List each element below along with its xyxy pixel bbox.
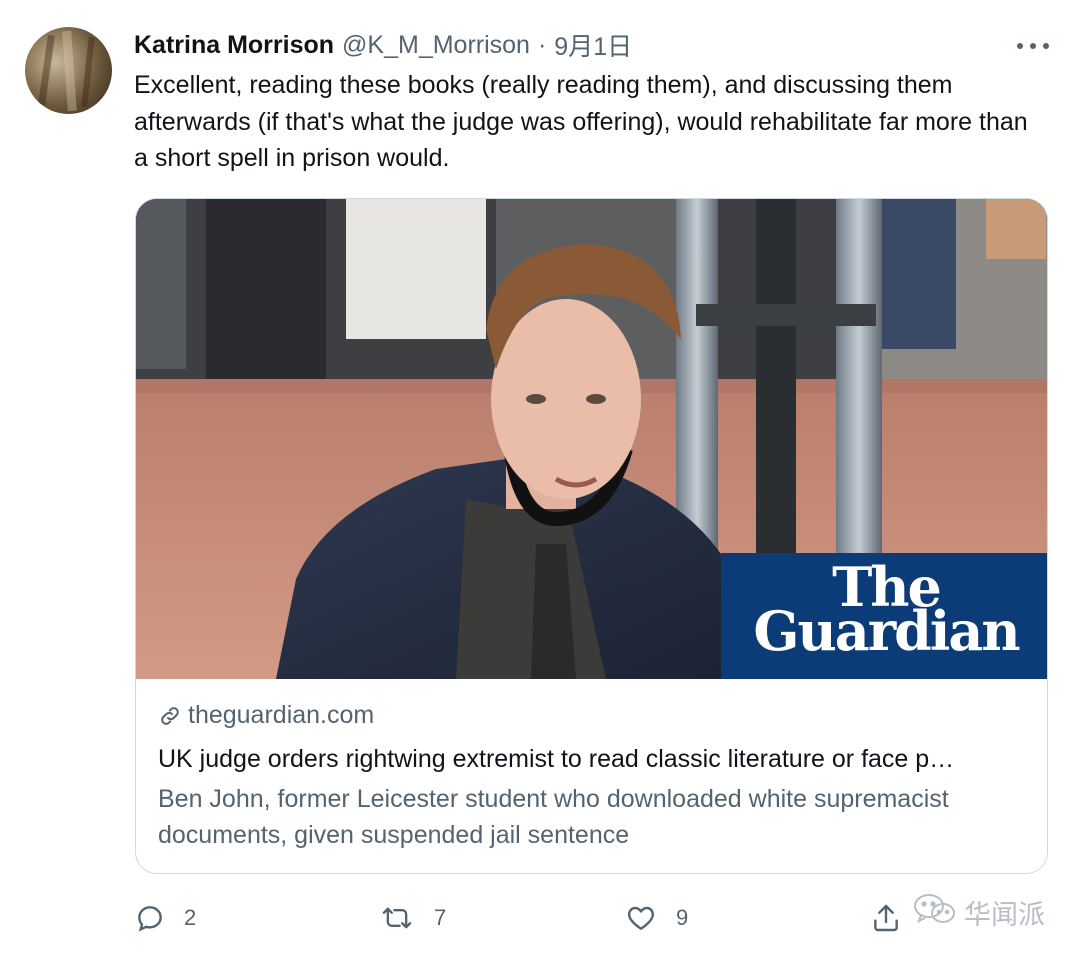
like-button[interactable]: 9 — [624, 890, 688, 946]
guardian-logo-line2: Guardian — [753, 599, 1020, 663]
tweet-date[interactable]: 9月1日 — [554, 27, 632, 63]
retweet-button[interactable]: 7 — [380, 890, 446, 946]
like-count: 9 — [676, 905, 689, 930]
card-body[interactable]: theguardian.com UK judge orders rightwin… — [136, 679, 1047, 873]
watermark-text: 华闻派 — [964, 899, 1045, 931]
tweet-text: Excellent, reading these books (really r… — [134, 71, 1028, 172]
separator-dot: · — [537, 30, 547, 59]
retweet-icon — [380, 902, 414, 934]
display-name[interactable]: Katrina Morrison — [134, 31, 334, 60]
tweet-header: Katrina Morrison @K_M_Morrison · 9月1日 — [134, 28, 632, 62]
reply-count: 2 — [184, 905, 197, 930]
card-domain-row: theguardian.com — [158, 701, 374, 730]
more-icon[interactable] — [1017, 32, 1049, 60]
reply-button[interactable]: 2 — [134, 890, 196, 946]
guardian-logo: The Guardian — [721, 553, 1047, 679]
watermark: 华闻派 — [912, 890, 1045, 934]
share-icon — [870, 902, 902, 934]
user-handle[interactable]: @K_M_Morrison — [342, 31, 530, 60]
avatar[interactable] — [25, 27, 112, 114]
reply-icon — [134, 902, 166, 934]
retweet-count: 7 — [434, 905, 447, 930]
share-button[interactable] — [870, 890, 902, 946]
card-description: Ben John, former Leicester student who d… — [158, 785, 949, 849]
card-title: UK judge orders rightwing extremist to r… — [158, 745, 955, 773]
tweet: Katrina Morrison @K_M_Morrison · 9月1日 Ex… — [0, 0, 1080, 957]
card-image[interactable]: The Guardian — [136, 199, 1047, 679]
wechat-icon — [912, 892, 964, 933]
link-icon — [158, 704, 182, 728]
heart-icon — [624, 902, 658, 934]
link-card[interactable]: The Guardian theguardian.com UK judge or… — [135, 198, 1048, 874]
card-domain: theguardian.com — [188, 701, 375, 729]
